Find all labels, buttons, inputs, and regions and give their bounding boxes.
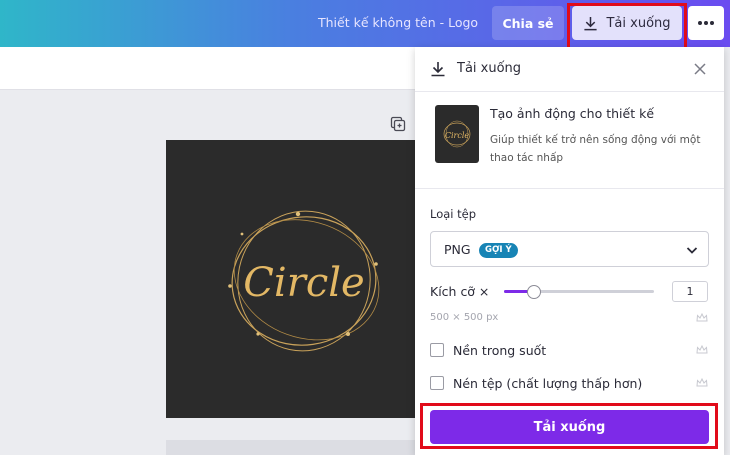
share-button-label: Chia sẻ <box>502 15 554 31</box>
more-dots-icon <box>698 21 714 25</box>
compress-file-checkbox[interactable] <box>430 376 444 390</box>
thumbnail-logo: Circle <box>443 120 471 148</box>
panel-title: Tải xuống <box>457 61 522 76</box>
promo-thumbnail: Circle <box>435 105 479 163</box>
size-slider-handle[interactable] <box>527 285 541 299</box>
download-button-highlight <box>420 403 718 449</box>
close-icon[interactable] <box>693 62 707 76</box>
document-title[interactable]: Thiết kế không tên - Logo <box>318 15 478 30</box>
next-page-strip <box>166 440 416 455</box>
suggested-badge: GỢI Ý <box>479 243 518 258</box>
thumbnail-logo-text: Circle <box>445 131 470 140</box>
size-input[interactable]: 1 <box>672 281 708 302</box>
promo-description: Giúp thiết kế trở nên sống động với một … <box>490 134 701 164</box>
crown-icon <box>696 345 708 354</box>
dimensions-text: 500 × 500 px <box>430 312 499 323</box>
crown-icon <box>696 378 708 387</box>
duplicate-page-icon[interactable] <box>390 116 406 132</box>
file-type-label: Loại tệp <box>430 207 477 221</box>
compress-file-label: Nén tệp (chất lượng thấp hơn) <box>453 376 643 391</box>
editor-toolbar <box>0 47 415 90</box>
design-canvas[interactable]: Circle <box>166 140 416 418</box>
chevron-down-icon <box>686 247 698 254</box>
more-button[interactable] <box>688 6 724 40</box>
download-icon <box>431 62 445 77</box>
circle-logo: Circle <box>228 210 380 352</box>
animate-promo[interactable]: Circle Tạo ảnh động cho thiết kế Giúp th… <box>415 93 724 189</box>
panel-header: Tải xuống <box>415 47 724 92</box>
size-label: Kích cỡ × <box>430 284 490 299</box>
logo-text: Circle <box>243 260 364 306</box>
transparent-background-label: Nền trong suốt <box>453 343 547 358</box>
file-type-select[interactable]: PNG GỢI Ý <box>430 231 709 267</box>
transparent-background-checkbox[interactable] <box>430 343 444 357</box>
crown-icon <box>696 313 708 322</box>
top-download-highlight <box>567 3 687 51</box>
download-panel: Tải xuống Circle Tạo ảnh động cho thiết … <box>415 47 724 455</box>
share-button[interactable]: Chia sẻ <box>492 6 564 40</box>
promo-title: Tạo ảnh động cho thiết kế <box>490 106 655 121</box>
file-type-value: PNG <box>444 242 471 257</box>
